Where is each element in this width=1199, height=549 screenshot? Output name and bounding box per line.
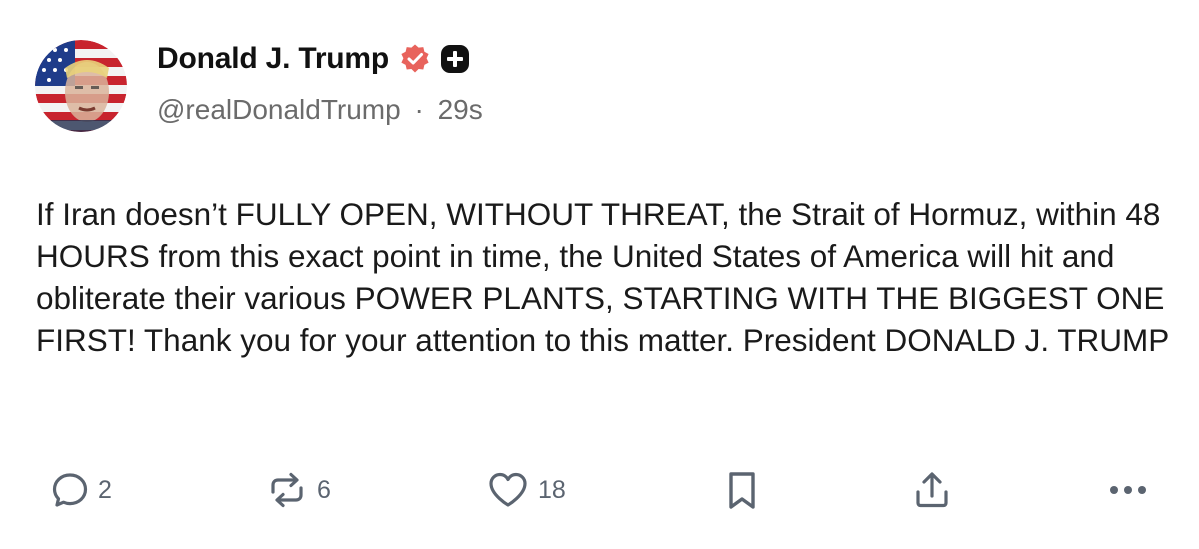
- reply-button[interactable]: 2: [50, 462, 112, 518]
- post-card: Donald J. Trump @realDonaldTrump · 29s I…: [0, 0, 1199, 549]
- repost-icon: [271, 472, 303, 508]
- share-button[interactable]: [910, 462, 954, 518]
- post-timestamp[interactable]: 29s: [438, 94, 483, 125]
- author-name-row: Donald J. Trump: [157, 38, 470, 80]
- repost-count: 6: [317, 475, 331, 504]
- author-handle[interactable]: @realDonaldTrump: [157, 94, 401, 125]
- like-button[interactable]: 18: [486, 462, 566, 518]
- meta-separator: ·: [414, 94, 424, 125]
- reply-icon: [52, 473, 88, 507]
- post-body-text: If Iran doesn’t FULLY OPEN, WITHOUT THRE…: [36, 196, 1170, 358]
- plus-badge-icon: [440, 44, 470, 74]
- more-icon: [1110, 486, 1146, 494]
- share-icon: [916, 472, 948, 508]
- bookmark-icon: [729, 472, 755, 509]
- author-handle-row: @realDonaldTrump · 29s: [157, 94, 483, 126]
- author-display-name[interactable]: Donald J. Trump: [157, 42, 389, 76]
- post-actions-bar: 2 6 18: [0, 462, 1199, 518]
- repost-button[interactable]: 6: [265, 462, 331, 518]
- more-options-button[interactable]: [1106, 462, 1150, 518]
- bookmark-button[interactable]: [722, 462, 762, 518]
- reply-count: 2: [98, 475, 112, 504]
- like-count: 18: [538, 475, 566, 504]
- verified-badge-icon: [399, 43, 431, 75]
- avatar[interactable]: [35, 40, 127, 132]
- avatar-image: [35, 40, 127, 132]
- like-icon: [489, 472, 527, 507]
